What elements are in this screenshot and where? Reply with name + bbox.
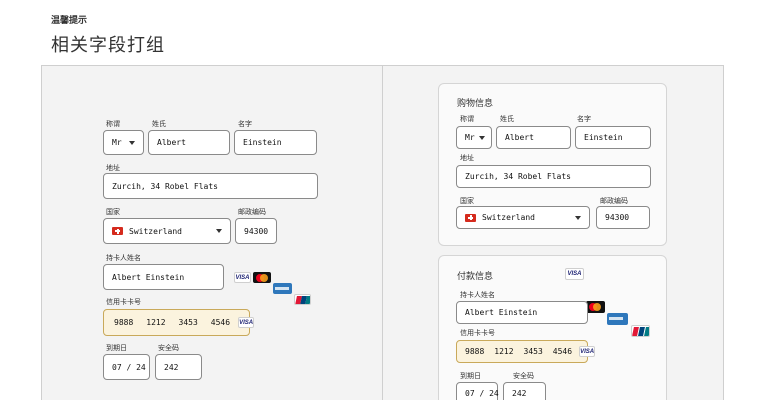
- cardholder-field[interactable]: Albert Einstein: [103, 264, 224, 290]
- visa-icon: VISA: [238, 317, 255, 328]
- chevron-down-icon: [216, 229, 222, 233]
- salutation-select[interactable]: Mr: [103, 130, 144, 155]
- mastercard-icon: [586, 301, 605, 313]
- card-number-group: 3453: [178, 318, 198, 327]
- cardholder-field[interactable]: Albert Einstein: [456, 301, 588, 324]
- country-value: Switzerland: [482, 213, 535, 222]
- first-name-label: 名字: [238, 120, 252, 128]
- expiry-label: 到期日: [460, 372, 481, 380]
- country-value: Switzerland: [129, 226, 182, 236]
- visa-icon: VISA: [579, 346, 596, 357]
- card-number-group: 1212: [146, 318, 166, 327]
- first-name-field[interactable]: Einstein: [234, 130, 317, 155]
- amex-icon: [273, 283, 292, 294]
- salutation-select[interactable]: Mr: [456, 126, 492, 149]
- country-select[interactable]: Switzerland: [103, 218, 231, 244]
- expiry-field[interactable]: 07 / 24: [103, 354, 150, 380]
- postcode-label: 邮政编码: [238, 208, 266, 216]
- payment-title: 付款信息: [457, 272, 494, 282]
- salutation-label: 称谓: [460, 115, 474, 123]
- address-field[interactable]: Zurcih, 34 Robel Flats: [103, 173, 318, 199]
- address-label: 地址: [106, 164, 120, 172]
- visa-icon: VISA: [565, 268, 584, 280]
- address-field[interactable]: Zurcih, 34 Robel Flats: [456, 165, 651, 188]
- country-label: 国家: [460, 197, 474, 205]
- postcode-field[interactable]: 94300: [596, 206, 650, 229]
- expiry-field[interactable]: 07 / 24: [456, 382, 499, 400]
- card-number-label: 信用卡卡号: [460, 329, 495, 337]
- frame-divider: [382, 65, 383, 400]
- last-name-field[interactable]: Albert: [148, 130, 230, 155]
- chevron-down-icon: [575, 215, 581, 220]
- card-number-group: 9888: [465, 347, 485, 356]
- last-name-field[interactable]: Albert: [496, 126, 571, 149]
- card-number-group: 1212: [494, 347, 514, 356]
- country-option: Switzerland: [112, 227, 182, 236]
- cvc-label: 安全码: [158, 344, 179, 352]
- swiss-flag-icon: [465, 213, 476, 222]
- last-name-label: 姓氏: [152, 120, 166, 128]
- address-label: 地址: [460, 154, 474, 162]
- cvc-field[interactable]: 242: [503, 382, 546, 400]
- swiss-flag-icon: [112, 227, 123, 235]
- shipping-title: 购物信息: [457, 99, 494, 109]
- postcode-label: 邮政编码: [600, 197, 628, 205]
- visa-icon: VISA: [234, 272, 251, 283]
- expiry-label: 到期日: [106, 344, 127, 352]
- card-number-group: 9888: [114, 318, 134, 327]
- last-name-label: 姓氏: [500, 115, 514, 123]
- salutation-label: 称谓: [106, 120, 120, 128]
- country-select[interactable]: Switzerland: [456, 206, 590, 229]
- cvc-field[interactable]: 242: [155, 354, 202, 380]
- mastercard-icon: [253, 272, 271, 283]
- first-name-label: 名字: [577, 115, 591, 123]
- unionpay-icon: [294, 294, 311, 305]
- card-number-group: 3453: [523, 347, 543, 356]
- first-name-field[interactable]: Einstein: [575, 126, 651, 149]
- tip-label: 温馨提示: [51, 16, 88, 26]
- card-number-field[interactable]: 9888 1212 3453 4546 VISA: [456, 340, 596, 363]
- chevron-down-icon: [479, 135, 485, 140]
- cardholder-label: 持卡人姓名: [460, 291, 495, 299]
- country-label: 国家: [106, 208, 120, 216]
- chevron-down-icon: [129, 140, 135, 145]
- card-number-group: 4546: [552, 347, 573, 356]
- postcode-field[interactable]: 94300: [235, 218, 277, 244]
- salutation-value: Mr: [465, 133, 475, 142]
- card-number-label: 信用卡卡号: [106, 298, 141, 306]
- amex-icon: [607, 313, 628, 325]
- unionpay-icon: [631, 325, 650, 337]
- page-title: 相关字段打组: [51, 35, 165, 56]
- card-number-group: 4546: [210, 318, 231, 327]
- card-number-field[interactable]: 9888 1212 3453 4546 VISA: [103, 309, 255, 336]
- cvc-label: 安全码: [513, 372, 534, 380]
- salutation-value: Mr: [112, 138, 122, 147]
- cardholder-label: 持卡人姓名: [106, 254, 141, 262]
- country-option: Switzerland: [465, 213, 535, 222]
